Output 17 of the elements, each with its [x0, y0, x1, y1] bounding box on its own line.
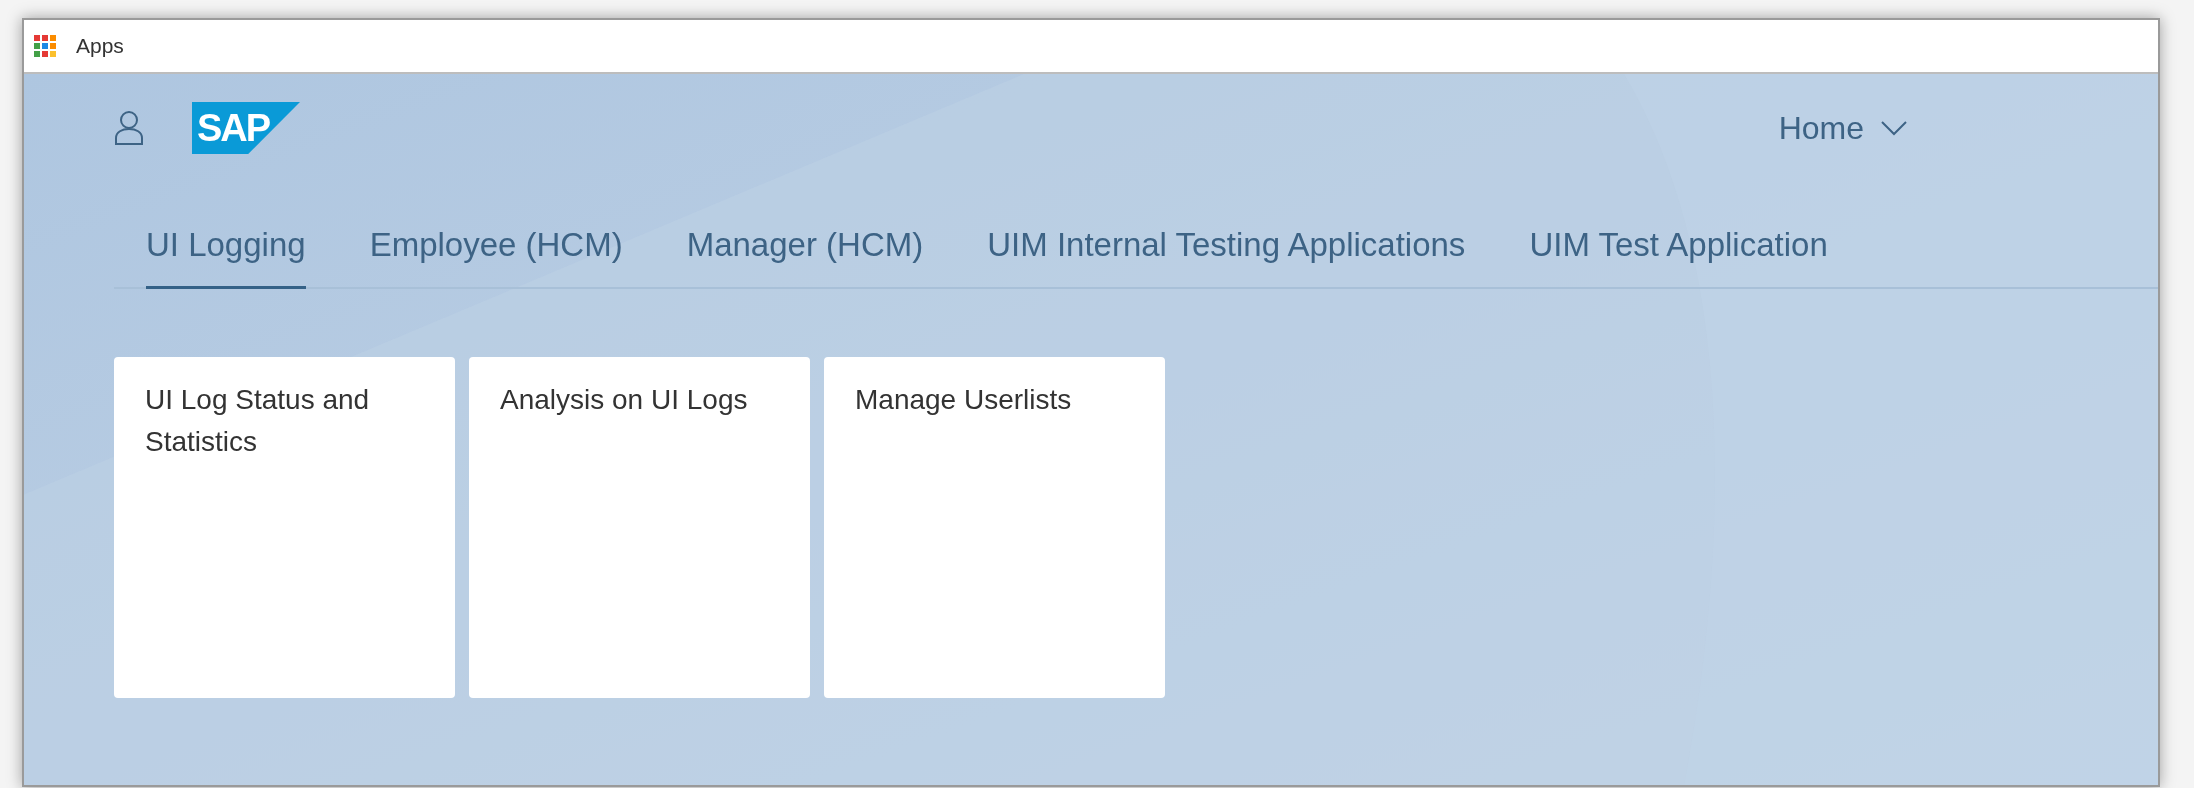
- home-menu[interactable]: Home: [1778, 109, 1908, 147]
- logo: SAP: [192, 102, 300, 154]
- tab[interactable]: UI Logging: [146, 226, 306, 289]
- tile-title: UI Log Status and Statistics: [145, 383, 371, 459]
- app-tile[interactable]: Analysis on UI Logs: [469, 357, 810, 698]
- tab[interactable]: Manager (HCM): [686, 226, 924, 289]
- apps-grid-icon[interactable]: [34, 35, 56, 57]
- tile-title: Manage Userlists: [855, 383, 1073, 417]
- app-tile[interactable]: UI Log Status and Statistics: [114, 357, 455, 698]
- app-tile[interactable]: Manage Userlists: [824, 357, 1165, 698]
- tile-title: Analysis on UI Logs: [500, 383, 749, 417]
- user-icon[interactable]: [114, 110, 144, 146]
- tab[interactable]: UIM Test Application: [1529, 226, 1828, 289]
- tab[interactable]: UIM Internal Testing Applications: [987, 226, 1466, 289]
- tab[interactable]: Employee (HCM): [369, 226, 623, 289]
- window-title: Apps: [76, 34, 124, 58]
- chevron-down-icon: [1880, 120, 1908, 136]
